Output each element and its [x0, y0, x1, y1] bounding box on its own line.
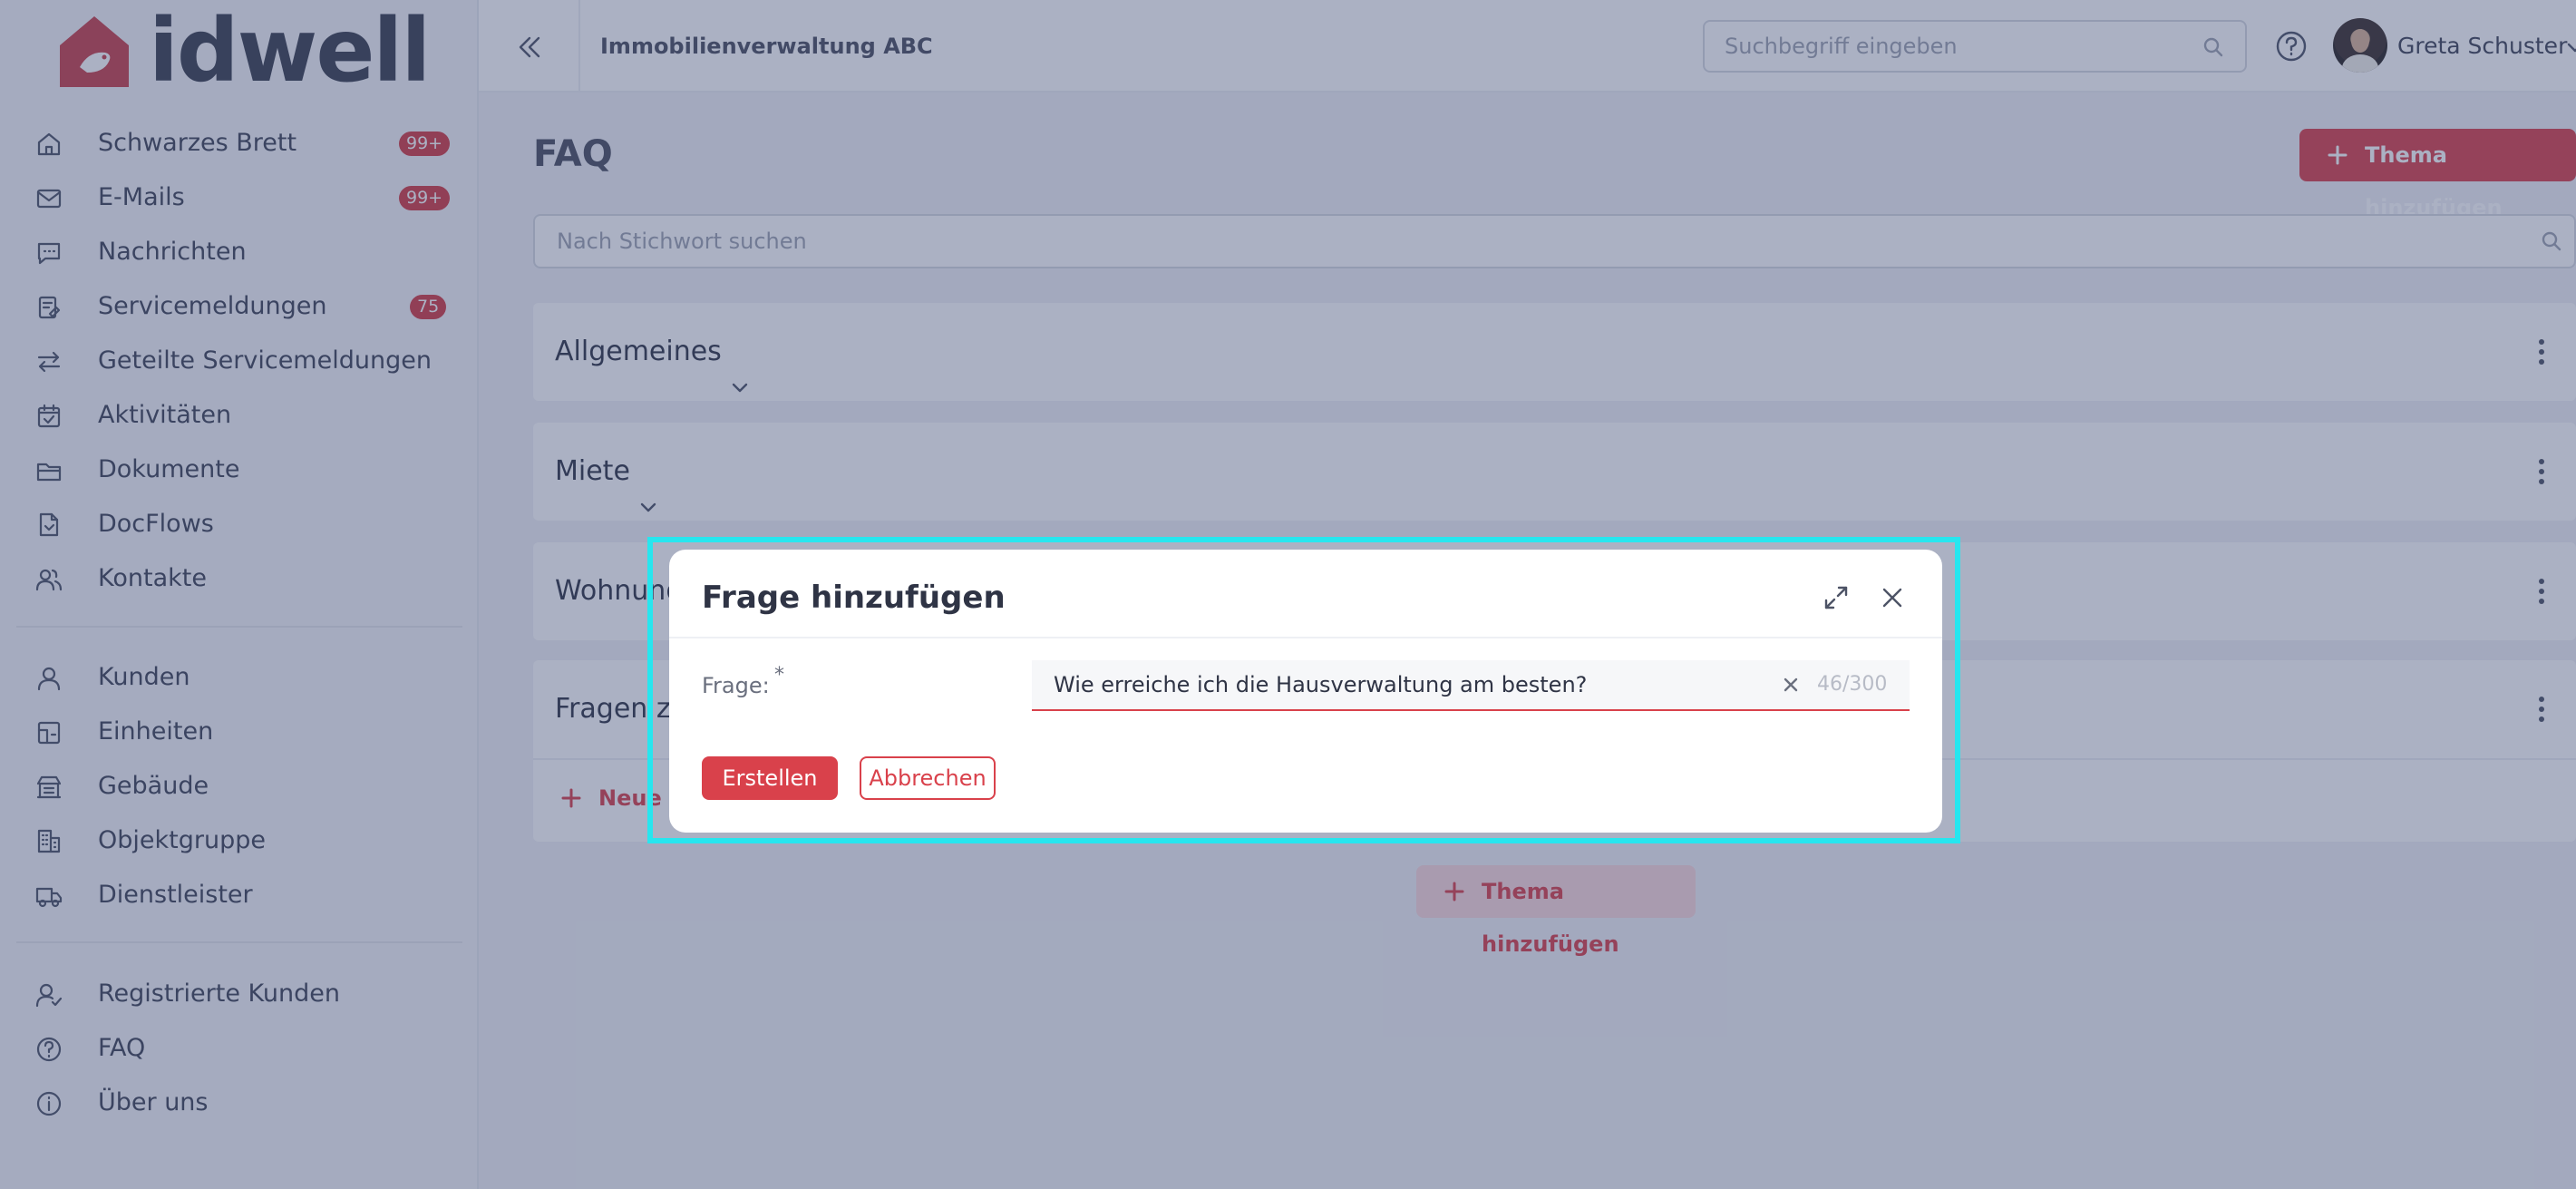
dialog-title: Frage hinzufügen — [702, 580, 1006, 616]
character-counter: 46/300 — [1817, 673, 1888, 696]
question-input[interactable] — [1054, 660, 1779, 709]
cancel-button[interactable]: Abbrechen — [860, 756, 996, 800]
dialog-divider — [669, 637, 1942, 638]
create-button[interactable]: Erstellen — [702, 756, 838, 800]
clear-icon[interactable] — [1781, 675, 1801, 695]
add-question-dialog: Frage hinzufügen Frage: * 46/300 Erstell… — [669, 550, 1942, 833]
question-field: 46/300 — [1032, 660, 1910, 711]
expand-icon[interactable] — [1821, 582, 1852, 613]
required-marker: * — [774, 664, 784, 687]
question-field-label: Frage: — [702, 673, 770, 698]
close-icon[interactable] — [1877, 582, 1908, 613]
